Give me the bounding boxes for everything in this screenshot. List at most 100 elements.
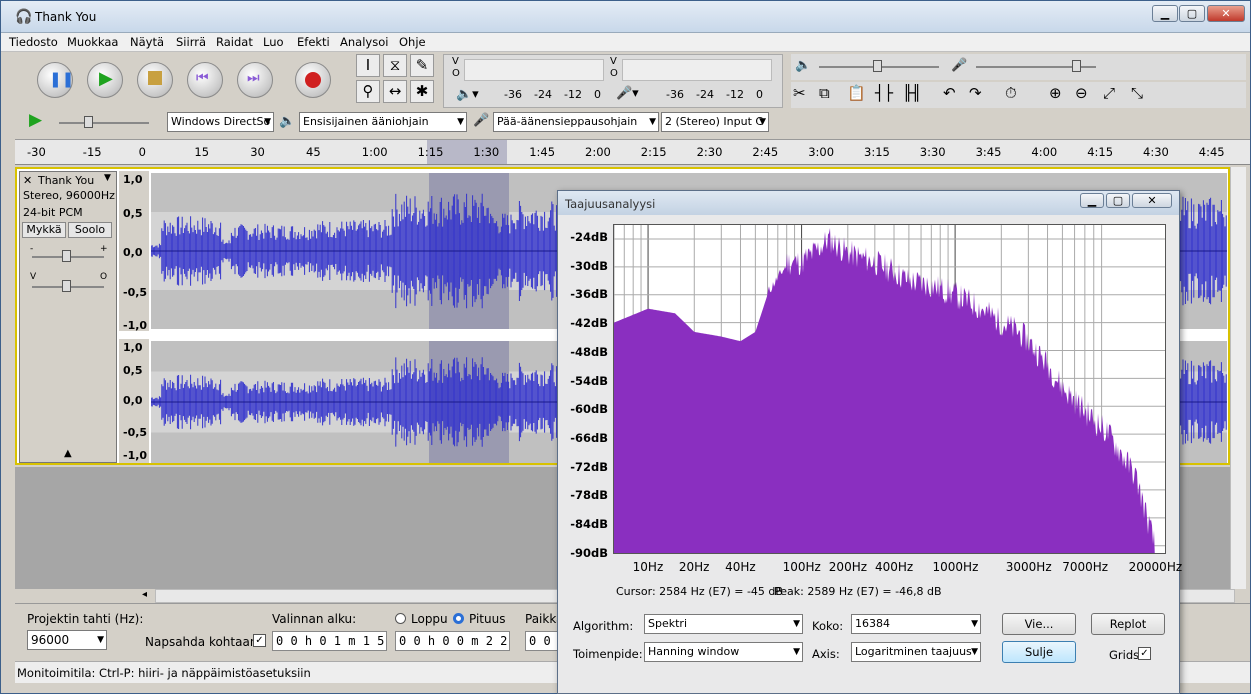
slider-thumb[interactable] [62, 250, 71, 262]
slider-thumb[interactable] [873, 60, 882, 72]
x-tick-label: 200Hz [828, 560, 868, 574]
ruler-tick-label: 0 [138, 145, 146, 159]
size-label: Koko: [812, 619, 844, 633]
menu-file[interactable]: Tiedosto [9, 35, 58, 49]
scroll-left-icon[interactable]: ◂ [142, 589, 147, 600]
maximize-button[interactable]: ▢ [1179, 5, 1205, 22]
collapse-track-icon[interactable]: ▲ [64, 448, 72, 459]
mute-button[interactable]: Mykkä [22, 222, 66, 238]
ruler-tick-label: -15 [82, 145, 102, 159]
slider-thumb[interactable] [84, 116, 93, 128]
selection-tool[interactable]: I [356, 54, 380, 77]
scale-label: -0,5 [123, 286, 148, 299]
silence-icon[interactable]: ╟╢ [903, 84, 921, 102]
timeline-ruler[interactable]: -30 -15 0 15 30 45 1:00 1:15 1:30 1:45 2:00 2:15 2:3… [15, 139, 1250, 165]
selection-start-label: Valinnan alku: [272, 612, 357, 626]
dialog-close-button[interactable]: ✕ [1132, 193, 1172, 208]
stop-button[interactable] [137, 62, 173, 98]
track-name-menu[interactable]: Thank You [38, 174, 94, 187]
menu-generate[interactable]: Luo [263, 35, 284, 49]
close-button[interactable]: ✕ [1207, 5, 1245, 22]
undo-icon[interactable]: ↶ [943, 84, 956, 102]
trim-icon[interactable]: ┤├ [875, 84, 893, 102]
menu-help[interactable]: Ohje [399, 35, 426, 49]
track-close-icon[interactable]: ✕ [23, 174, 32, 187]
grids-label: Grids [1109, 648, 1140, 662]
fit-project-icon[interactable]: ⤡ [1131, 84, 1143, 102]
menu-analyze[interactable]: Analysoi [340, 35, 388, 49]
menu-transport[interactable]: Siirrä [176, 35, 206, 49]
menu-edit[interactable]: Muokkaa [67, 35, 118, 49]
replot-button[interactable]: Replot [1091, 613, 1165, 635]
cut-icon[interactable]: ✂ [793, 84, 806, 102]
playback-device-select[interactable]: Ensisijainen ääniohjain ▼ [299, 112, 467, 132]
axis-label: Axis: [812, 647, 840, 661]
menu-view[interactable]: Näytä [130, 35, 164, 49]
pause-button[interactable]: ❚❚ [37, 62, 74, 98]
redo-icon[interactable]: ↷ [969, 84, 982, 102]
envelope-tool[interactable]: ⧖ [383, 54, 407, 77]
paste-icon[interactable]: 📋 [847, 84, 866, 102]
x-tick-label: 20Hz [678, 560, 710, 574]
export-button[interactable]: Vie... [1002, 613, 1076, 635]
audio-host-select[interactable]: Windows DirectSo ▼ [167, 112, 274, 132]
zoom-tool[interactable]: ⚲ [356, 80, 380, 103]
x-tick-label: 400Hz [875, 560, 914, 574]
record-meter[interactable] [622, 59, 772, 81]
selection-start-field[interactable]: 0 0 h 0 1 m 1 5 s [272, 631, 387, 651]
zoom-in-icon[interactable]: ⊕ [1049, 84, 1062, 102]
spectrum-plot[interactable] [613, 224, 1166, 554]
sync-lock-icon[interactable]: ⏱ [1005, 84, 1017, 102]
minimize-button[interactable]: ▁ [1152, 5, 1178, 22]
slider-thumb[interactable] [1072, 60, 1081, 72]
multi-tool[interactable]: ✱ [410, 80, 434, 103]
ibeam-icon: I [365, 56, 371, 74]
close-dialog-button[interactable]: Sulje [1002, 641, 1076, 663]
fit-selection-icon[interactable]: ⤢ [1103, 84, 1115, 102]
length-radio[interactable] [453, 613, 464, 624]
axis-select[interactable]: Logaritminen taajuus ▼ [851, 642, 981, 662]
recording-device-value: Pää-äänensieppausohjain [497, 115, 638, 128]
channels-select[interactable]: 2 (Stereo) Input C ▼ [661, 112, 769, 132]
end-radio[interactable] [395, 613, 406, 624]
zoom-out-icon[interactable]: ⊖ [1075, 84, 1088, 102]
gain-slider[interactable] [32, 250, 104, 262]
solo-button[interactable]: Soolo [68, 222, 112, 238]
pan-left-label: V [30, 272, 37, 282]
menu-tracks[interactable]: Raidat [216, 35, 253, 49]
ruler-tick-label: 1:30 [473, 145, 500, 159]
playback-meter[interactable] [464, 59, 604, 81]
snap-to-checkbox[interactable]: ✓ [253, 634, 266, 647]
dialog-maximize-button[interactable]: ▢ [1106, 193, 1130, 208]
vertical-scrollbar[interactable] [1230, 167, 1246, 589]
draw-tool[interactable]: ✎ [410, 54, 434, 77]
grids-checkbox[interactable]: ✓ [1138, 647, 1151, 660]
menu-effect[interactable]: Efekti [297, 35, 330, 49]
dialog-minimize-button[interactable]: ▁ [1080, 193, 1104, 208]
selection-length-field[interactable]: 0 0 h 0 0 m 2 2 s [395, 631, 510, 651]
mixer-toolbar: 🔈 🎤 [791, 54, 1246, 80]
recording-device-select[interactable]: Pää-äänensieppausohjain ▼ [493, 112, 659, 132]
project-rate-select[interactable]: 96000 ▼ [27, 630, 107, 650]
audio-position-field[interactable]: 0 0 h [525, 631, 558, 651]
timeshift-tool[interactable]: ↔ [383, 80, 407, 103]
copy-icon[interactable]: ⧉ [819, 84, 830, 102]
y-tick-label: -84dB [570, 517, 608, 531]
chevron-down-icon[interactable]: ▼ [104, 173, 111, 183]
record-volume-slider[interactable] [976, 60, 1096, 72]
playback-volume-slider[interactable] [819, 60, 939, 72]
algorithm-select[interactable]: Spektri ▼ [644, 614, 803, 634]
record-button[interactable] [295, 62, 331, 98]
size-select[interactable]: 16384 ▼ [851, 614, 981, 634]
play-button[interactable]: ▶ [87, 62, 123, 98]
skip-end-button[interactable]: ⏭ [237, 62, 273, 98]
function-select[interactable]: Hanning window ▼ [644, 642, 803, 662]
y-tick-label: -48dB [570, 344, 608, 359]
pan-slider[interactable] [32, 280, 104, 292]
speaker-icon[interactable]: 🔈▾ [456, 87, 479, 102]
microphone-icon[interactable]: 🎤▾ [616, 86, 639, 101]
play-at-speed-icon[interactable]: ▶ [29, 110, 42, 130]
slider-thumb[interactable] [62, 280, 71, 292]
play-speed-slider[interactable] [59, 116, 149, 128]
skip-start-button[interactable]: ⏮ [187, 62, 223, 98]
